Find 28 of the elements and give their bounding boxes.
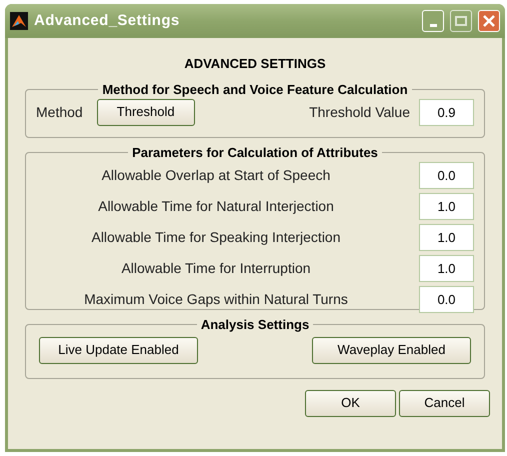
value-field[interactable]: 1.0 xyxy=(419,224,474,250)
value-field[interactable]: 0.9 xyxy=(419,98,474,126)
maximize-button[interactable] xyxy=(450,10,472,32)
parameter-label: Allowable Time for Speaking Interjection xyxy=(90,228,342,247)
app-logo-icon xyxy=(10,12,28,30)
group-title: Parameters for Calculation of Attributes xyxy=(131,144,379,160)
value-field[interactable]: 0.0 xyxy=(419,286,474,312)
window-title: Advanced_Settings xyxy=(34,10,181,31)
minimize-button[interactable] xyxy=(422,10,444,32)
parameter-label: Allowable Time for Interruption xyxy=(120,258,312,278)
parameter-label: Maximum Voice Gaps within Natural Turns xyxy=(83,290,349,309)
group-title: Method for Speech and Voice Feature Calculation xyxy=(101,82,409,98)
parameter-label: Allowable Overlap at Start of Speech xyxy=(100,166,332,185)
dialog-heading: ADVANCED SETTINGS xyxy=(183,55,327,73)
toggle-button[interactable]: Waveplay Enabled xyxy=(312,336,471,364)
method-button[interactable]: Threshold xyxy=(96,98,195,126)
method-label: Method xyxy=(36,102,83,122)
dialog-button[interactable]: OK xyxy=(305,390,396,416)
parameter-label: Allowable Time for Natural Interjection xyxy=(97,196,335,216)
toggle-button[interactable]: Live Update Enabled xyxy=(39,336,198,364)
value-field[interactable]: 0.0 xyxy=(419,162,474,188)
value-field[interactable]: 1.0 xyxy=(419,254,474,282)
group-title: Analysis Settings xyxy=(200,316,310,332)
threshold-value-label: Threshold Value xyxy=(309,102,410,122)
close-button[interactable] xyxy=(478,10,500,32)
dialog-button[interactable]: Cancel xyxy=(399,390,490,416)
close-icon xyxy=(483,15,495,27)
value-field[interactable]: 1.0 xyxy=(419,192,474,220)
